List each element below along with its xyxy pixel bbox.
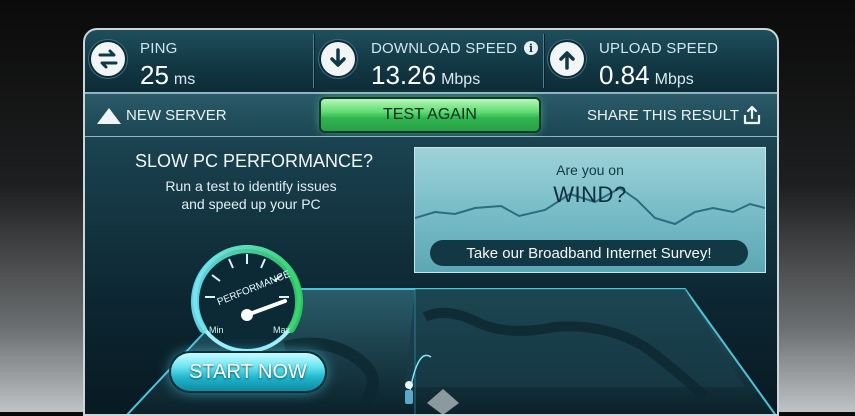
- upload-number: 0.84: [599, 60, 650, 90]
- actions-bar: NEW SERVER TEST AGAIN SHARE THIS RESULT: [85, 94, 777, 137]
- ping-label: PING: [140, 40, 178, 57]
- promo-line-1: Run a test to identify issues: [165, 178, 337, 194]
- gauge-min: Min: [209, 325, 224, 335]
- download-arrow-icon: [321, 42, 355, 76]
- upload-arrow-icon: [550, 42, 584, 76]
- start-now-button[interactable]: START NOW: [171, 353, 325, 391]
- share-result-link[interactable]: SHARE THIS RESULT: [587, 107, 739, 124]
- info-icon[interactable]: i: [524, 41, 538, 55]
- ping-number: 25: [140, 60, 169, 90]
- divider: [313, 34, 314, 88]
- survey-question: Are you on: [556, 162, 624, 178]
- test-again-button[interactable]: TEST AGAIN: [321, 99, 539, 131]
- ping-unit: ms: [173, 71, 196, 88]
- ping-value: 25 ms: [140, 60, 195, 91]
- download-value: 13.26 Mbps: [371, 60, 480, 91]
- survey-isp: WIND?: [553, 182, 627, 207]
- download-label: DOWNLOAD SPEED: [371, 40, 518, 57]
- divider: [543, 34, 544, 88]
- promo-title: SLOW PC PERFORMANCE?: [135, 151, 374, 171]
- triangle-icon[interactable]: [97, 108, 121, 124]
- upload-unit: Mbps: [654, 71, 694, 88]
- gauge-max: Max: [273, 325, 291, 335]
- upload-value: 0.84 Mbps: [599, 60, 694, 91]
- promo-line-2: and speed up your PC: [181, 196, 321, 212]
- ping-arrows-icon: [91, 42, 125, 76]
- upload-label: UPLOAD SPEED: [599, 40, 719, 57]
- download-unit: Mbps: [441, 71, 481, 88]
- survey-button[interactable]: Take our Broadband Internet Survey!: [430, 240, 748, 266]
- survey-banner[interactable]: Are you on WIND? Take our Broadband Inte…: [414, 147, 766, 273]
- download-number: 13.26: [371, 60, 437, 90]
- results-bar: PING 25 ms DOWNLOAD SPEED i 13.26 Mbps UPL…: [85, 30, 777, 94]
- promo-description: Run a test to identify issues and speed …: [119, 177, 383, 213]
- new-server-link[interactable]: NEW SERVER: [126, 107, 227, 124]
- share-icon[interactable]: [741, 104, 763, 126]
- main-content: SLOW PC PERFORMANCE? Run a test to ident…: [85, 137, 777, 414]
- speedtest-panel: PING 25 ms DOWNLOAD SPEED i 13.26 Mbps UPL…: [83, 28, 779, 416]
- person-marker-icon: [405, 354, 459, 414]
